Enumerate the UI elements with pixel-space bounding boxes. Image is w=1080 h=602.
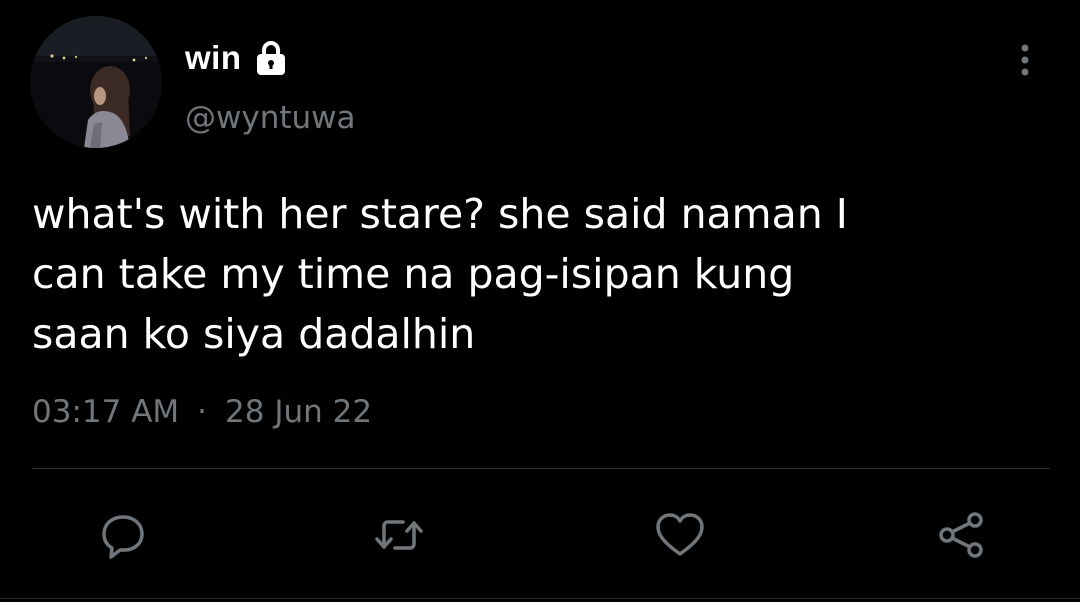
- retweet-icon: [375, 520, 423, 550]
- display-name[interactable]: win: [185, 39, 242, 77]
- avatar-photo: [30, 16, 162, 148]
- bottom-border: [0, 598, 1080, 599]
- tweet-text: what's with her stare? she said naman I …: [32, 190, 848, 358]
- reply-icon: [102, 515, 144, 559]
- author-handle[interactable]: @wyntuwa: [185, 100, 356, 136]
- reply-button[interactable]: [96, 508, 150, 562]
- like-button[interactable]: [653, 508, 707, 562]
- tweet-meta: 03:17 AM · 28 Jun 22: [32, 394, 372, 430]
- retweet-button[interactable]: [372, 508, 426, 562]
- heart-icon: [656, 513, 704, 556]
- divider: [32, 468, 1050, 469]
- share-button[interactable]: [934, 508, 988, 562]
- tweet-time[interactable]: 03:17 AM: [32, 394, 179, 430]
- avatar[interactable]: [30, 16, 162, 148]
- lock-icon: [252, 39, 290, 77]
- share-icon: [939, 512, 983, 558]
- tweet-date[interactable]: 28 Jun 22: [225, 394, 372, 430]
- author-row: win: [185, 36, 290, 80]
- meta-separator: ·: [197, 394, 208, 430]
- more-vertical-icon[interactable]: [1010, 40, 1040, 80]
